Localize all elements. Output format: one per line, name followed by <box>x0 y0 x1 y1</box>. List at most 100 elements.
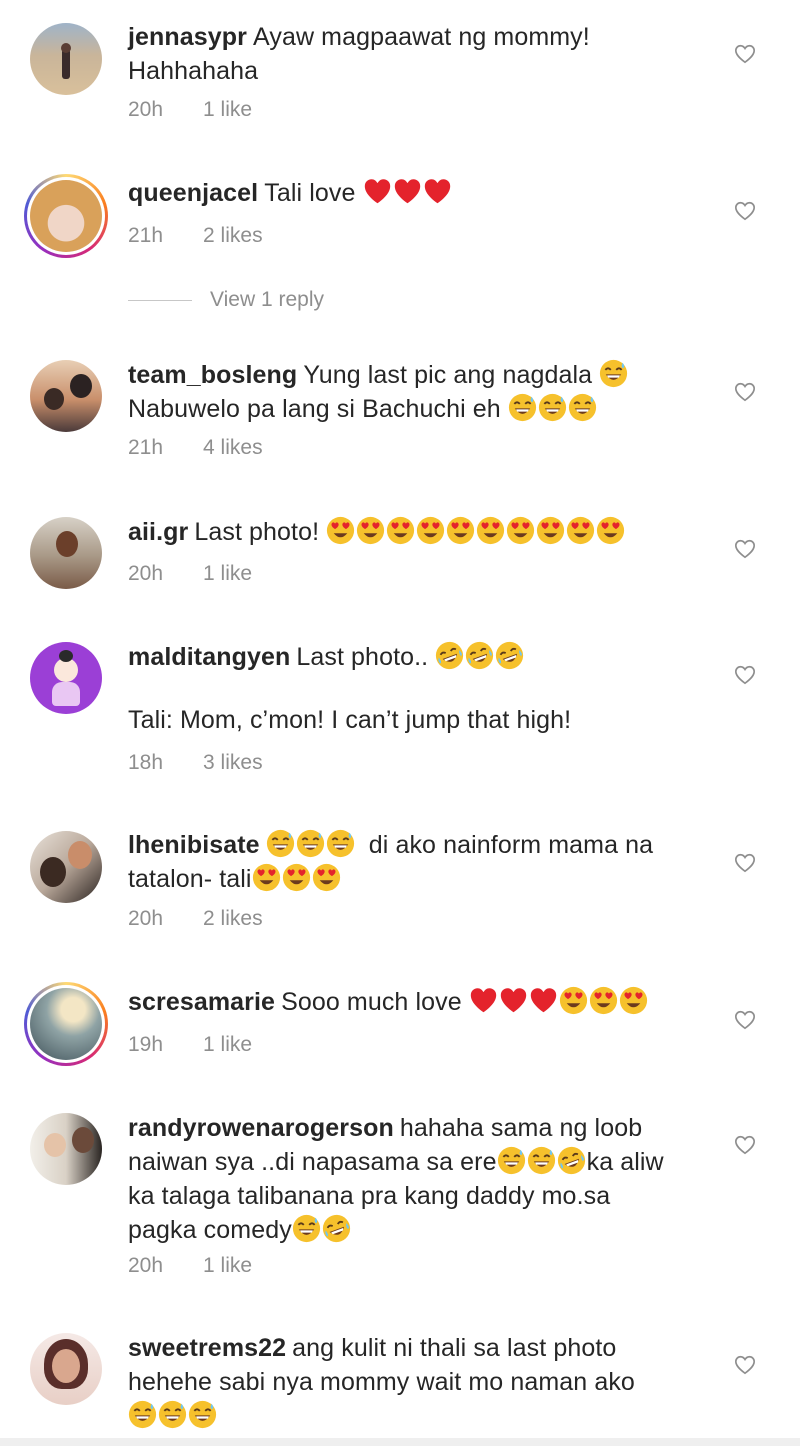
heart-icon[interactable] <box>734 1134 756 1156</box>
username[interactable]: aii.gr <box>128 518 188 546</box>
heart-icon[interactable] <box>734 852 756 874</box>
likes-count[interactable]: 3 likes <box>203 751 263 774</box>
comment-meta: 20h 1 like <box>128 1254 252 1278</box>
comment-meta: 21h 4 likes <box>128 436 263 460</box>
timestamp: 20h <box>128 1254 164 1277</box>
comment-meta: 20h 2 likes <box>128 907 263 931</box>
avatar[interactable] <box>30 642 102 714</box>
avatar-image <box>30 642 102 714</box>
comment-text: queenjacel Tali love <box>128 176 708 210</box>
heart-eyes-emoji <box>559 986 588 1015</box>
avatar-image <box>30 517 102 589</box>
heart-eyes-emoji <box>536 516 565 545</box>
likes-count[interactable]: 2 likes <box>203 907 263 930</box>
grinning-sweat-emoji <box>599 359 628 388</box>
likes-count[interactable]: 1 like <box>203 1033 252 1056</box>
timestamp: 18h <box>128 751 164 774</box>
grinning-sweat-emoji <box>158 1400 187 1429</box>
rolling-laughing-emoji <box>322 1214 351 1243</box>
heart-eyes-emoji <box>589 986 618 1015</box>
comment-text: jennasypr Ayaw magpaawat ng mommy! Hahhah… <box>128 23 590 85</box>
comment-meta: 19h 1 like <box>128 1033 252 1057</box>
red-heart-emoji <box>363 177 392 206</box>
avatar[interactable] <box>24 982 108 1066</box>
username[interactable]: malditangyen <box>128 643 290 671</box>
avatar[interactable] <box>30 831 102 903</box>
avatar[interactable] <box>24 174 108 258</box>
avatar-image <box>30 1333 102 1405</box>
timestamp: 20h <box>128 907 164 930</box>
username[interactable]: team_bosleng <box>128 361 297 389</box>
red-heart-emoji <box>423 177 452 206</box>
comment-text: team_bosleng Yung last pic ang nagdala Na… <box>128 358 708 426</box>
username[interactable]: scresamarie <box>128 988 275 1016</box>
avatar[interactable] <box>30 23 102 95</box>
timestamp: 20h <box>128 562 164 585</box>
comment-text: aii.gr Last photo! <box>128 515 708 549</box>
heart-eyes-emoji <box>416 516 445 545</box>
avatar-image <box>30 831 102 903</box>
avatar-image <box>30 23 102 95</box>
avatar[interactable] <box>30 360 102 432</box>
likes-count[interactable]: 2 likes <box>203 224 263 247</box>
comment-meta: 21h 2 likes <box>128 224 263 248</box>
heart-eyes-emoji <box>596 516 625 545</box>
username[interactable]: queenjacel <box>128 179 258 207</box>
view-replies-button[interactable]: View 1 reply <box>128 288 324 312</box>
avatar-image <box>30 180 102 252</box>
heart-icon[interactable] <box>734 43 756 65</box>
heart-eyes-emoji <box>566 516 595 545</box>
grinning-sweat-emoji <box>296 829 325 858</box>
heart-icon[interactable] <box>734 1009 756 1031</box>
comment-text: sweetrems22 ang kulit ni thali sa last ph… <box>128 1331 708 1433</box>
likes-count[interactable]: 4 likes <box>203 436 263 459</box>
comment-text: lhenibisate di ako nainform mama na tata… <box>128 829 654 893</box>
heart-eyes-emoji <box>282 863 311 892</box>
red-heart-emoji <box>499 986 528 1015</box>
comment-meta: 20h 1 like <box>128 562 252 586</box>
rolling-laughing-emoji <box>495 641 524 670</box>
grinning-sweat-emoji <box>128 1400 157 1429</box>
heart-eyes-emoji <box>386 516 415 545</box>
grinning-sweat-emoji <box>292 1214 321 1243</box>
red-heart-emoji <box>469 986 498 1015</box>
comment-text: malditangyen Last photo.. <box>128 640 708 674</box>
avatar-image <box>30 360 102 432</box>
username[interactable]: lhenibisate <box>128 831 260 859</box>
red-heart-emoji <box>393 177 422 206</box>
heart-icon[interactable] <box>734 200 756 222</box>
comment-text-line: Tali: Mom, c’mon! I can’t jump that high… <box>128 706 572 734</box>
avatar[interactable] <box>30 1333 102 1405</box>
username[interactable]: randyrowenarogerson <box>128 1114 394 1142</box>
comment-meta: 20h 1 like <box>128 98 252 122</box>
grinning-sweat-emoji <box>326 829 355 858</box>
comment-meta: 18h 3 likes <box>128 751 263 775</box>
likes-count[interactable]: 1 like <box>203 98 252 121</box>
heart-icon[interactable] <box>734 538 756 560</box>
heart-icon[interactable] <box>734 1354 756 1376</box>
timestamp: 21h <box>128 436 164 459</box>
grinning-sweat-emoji <box>527 1146 556 1175</box>
heart-eyes-emoji <box>356 516 385 545</box>
username[interactable]: jennasypr <box>128 23 247 51</box>
bottom-divider <box>0 1438 800 1446</box>
heart-icon[interactable] <box>734 664 756 686</box>
timestamp: 20h <box>128 98 164 121</box>
grinning-sweat-emoji <box>497 1146 526 1175</box>
grinning-sweat-emoji <box>188 1400 217 1429</box>
grinning-sweat-emoji <box>538 393 567 422</box>
avatar[interactable] <box>30 1113 102 1185</box>
reply-divider <box>128 299 192 301</box>
heart-eyes-emoji <box>252 863 281 892</box>
likes-count[interactable]: 1 like <box>203 562 252 585</box>
heart-eyes-emoji <box>619 986 648 1015</box>
heart-icon[interactable] <box>734 381 756 403</box>
comment-text: randyrowenarogerson hahaha sama ng loob n… <box>128 1114 664 1244</box>
comment-text: scresamarie Sooo much love <box>128 985 708 1019</box>
heart-eyes-emoji <box>326 516 355 545</box>
avatar[interactable] <box>30 517 102 589</box>
heart-eyes-emoji <box>312 863 341 892</box>
rolling-laughing-emoji <box>465 641 494 670</box>
username[interactable]: sweetrems22 <box>128 1334 286 1362</box>
likes-count[interactable]: 1 like <box>203 1254 252 1277</box>
